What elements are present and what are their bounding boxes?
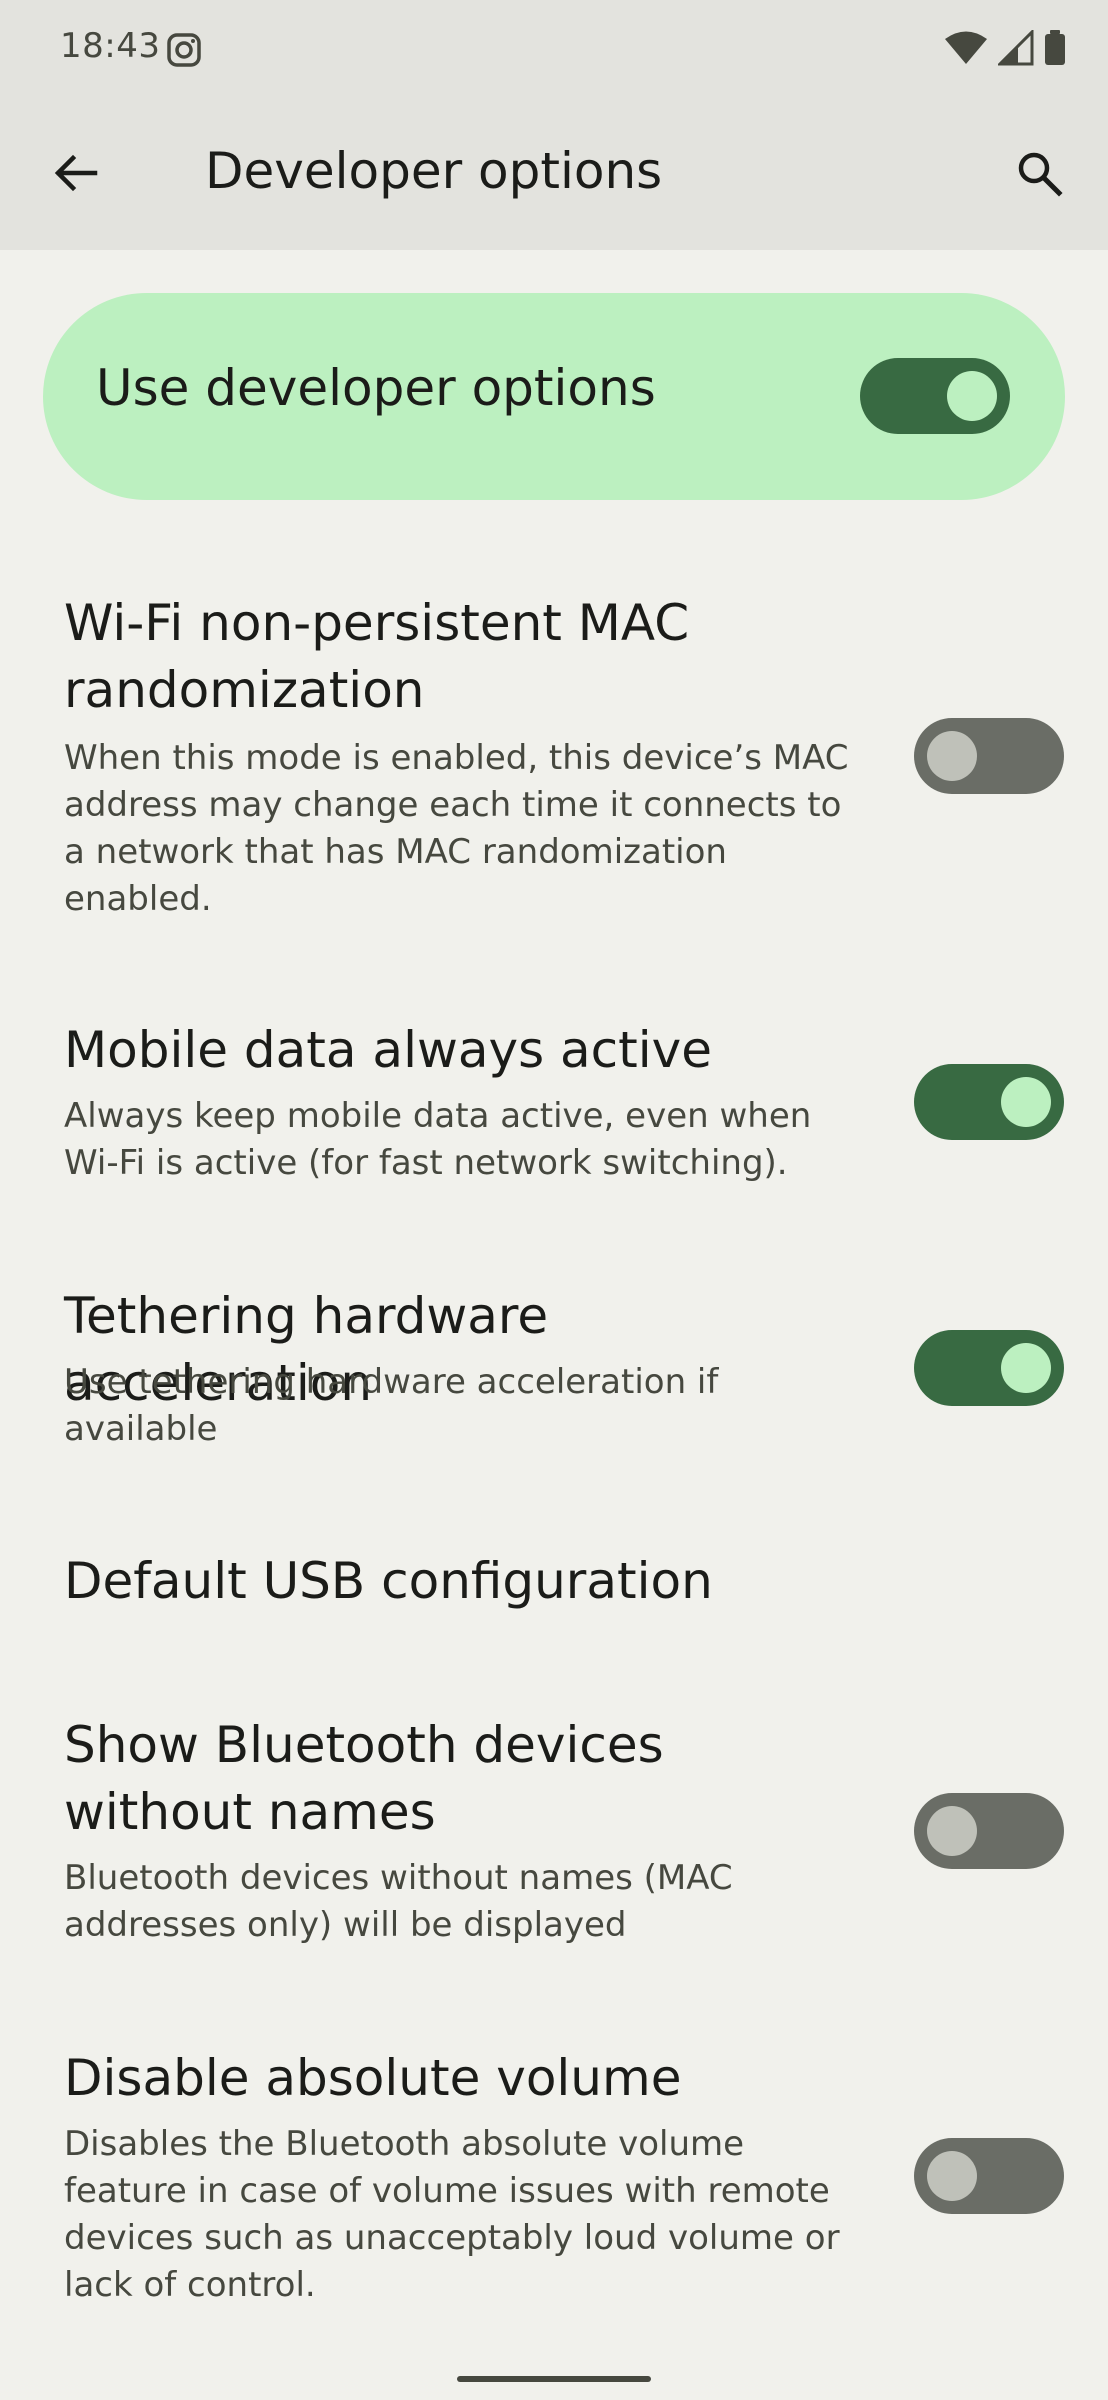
use-developer-options-card[interactable]: Use developer options	[43, 293, 1065, 500]
setting-wifi-mac-randomization[interactable]: Wi-Fi non-persistent MAC randomization W…	[0, 590, 1108, 930]
setting-title: Default USB configuration	[64, 1552, 713, 1610]
wifi-mac-randomization-switch[interactable]	[914, 718, 1064, 794]
battery-icon	[1044, 30, 1066, 70]
use-developer-options-switch[interactable]	[860, 358, 1010, 434]
status-icons	[944, 28, 1066, 70]
setting-show-bluetooth-devices-without-names[interactable]: Show Bluetooth devices without names Blu…	[0, 1712, 1108, 1952]
app-bar: Developer options	[0, 100, 1108, 250]
switch-thumb	[1001, 1077, 1051, 1127]
gesture-navigation-handle[interactable]	[457, 2376, 651, 2382]
status-time: 18:43	[60, 26, 161, 66]
setting-title: Mobile data always active	[64, 1021, 712, 1079]
search-icon	[1015, 149, 1063, 201]
arrow-back-icon	[51, 149, 99, 201]
setting-mobile-data-always-active[interactable]: Mobile data always active Always keep mo…	[0, 1017, 1108, 1217]
setting-default-usb-configuration[interactable]: Default USB configuration	[0, 1548, 1108, 1648]
setting-disable-absolute-volume[interactable]: Disable absolute volume Disables the Blu…	[0, 2045, 1108, 2325]
switch-thumb	[947, 371, 997, 421]
setting-title: Wi-Fi non-persistent MAC randomization	[64, 594, 690, 719]
disable-absolute-volume-switch[interactable]	[914, 2138, 1064, 2214]
setting-title: Disable absolute volume	[64, 2049, 682, 2107]
setting-summary: Bluetooth devices without names (MAC add…	[64, 1858, 733, 1945]
use-developer-options-label: Use developer options	[96, 359, 656, 417]
switch-thumb	[1001, 1343, 1051, 1393]
mobile-data-always-active-switch[interactable]	[914, 1064, 1064, 1140]
setting-summary: When this mode is enabled, this device’s…	[64, 738, 849, 919]
status-bar: 18:43	[0, 0, 1108, 100]
setting-summary: Use tethering hardware acceleration if a…	[64, 1362, 719, 1449]
cellular-signal-icon	[996, 28, 1034, 70]
setting-summary: Disables the Bluetooth absolute volume f…	[64, 2124, 840, 2305]
top-app-area: 18:43 Developer options	[0, 0, 1108, 250]
wifi-icon	[944, 30, 988, 70]
show-bluetooth-devices-without-names-switch[interactable]	[914, 1793, 1064, 1869]
setting-title: Show Bluetooth devices without names	[64, 1716, 664, 1841]
setting-summary: Always keep mobile data active, even whe…	[64, 1096, 812, 1183]
switch-thumb	[927, 731, 977, 781]
setting-tethering-hardware-acceleration[interactable]: Tethering hardware acceleration Use teth…	[0, 1283, 1108, 1483]
back-button[interactable]	[30, 130, 120, 220]
switch-thumb	[927, 1806, 977, 1856]
search-button[interactable]	[994, 130, 1084, 220]
tethering-hardware-acceleration-switch[interactable]	[914, 1330, 1064, 1406]
switch-thumb	[927, 2151, 977, 2201]
page-title: Developer options	[205, 142, 663, 200]
instagram-notification-icon	[166, 32, 202, 68]
